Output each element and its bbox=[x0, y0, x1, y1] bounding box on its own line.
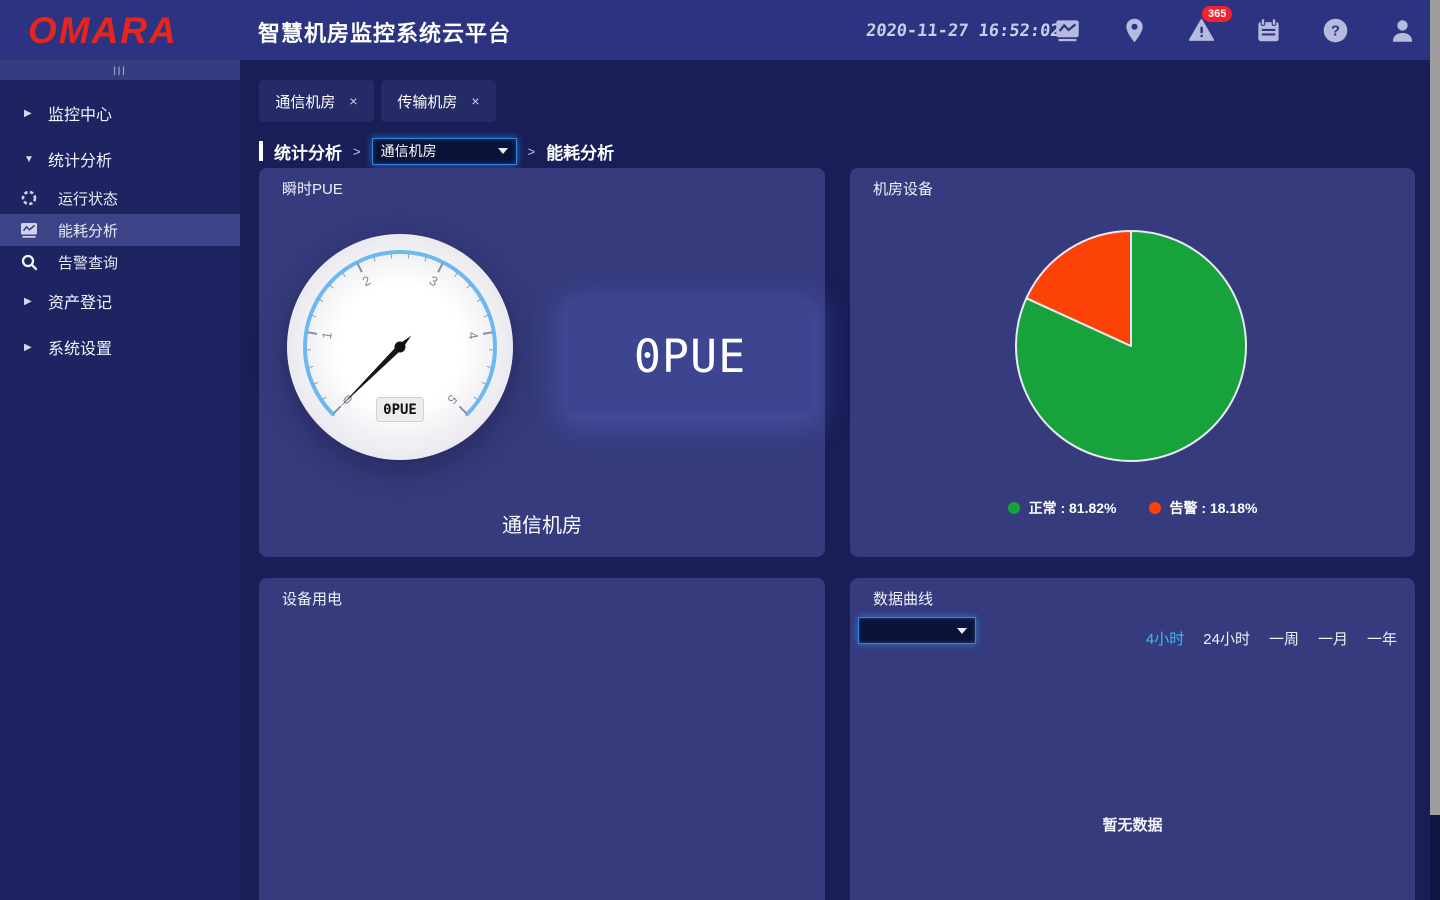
app-header: OMARA 智慧机房监控系统云平台 2020-11-27 16:52:02 36… bbox=[0, 0, 1440, 60]
tab-label: 传输机房 bbox=[397, 91, 457, 112]
legend-label: 正常 : 81.82% bbox=[1029, 498, 1117, 518]
pue-value-card: 0PUE bbox=[568, 300, 812, 413]
panel-title: 机房设备 bbox=[873, 178, 933, 199]
pue-gauge-chart: 012345 bbox=[260, 207, 540, 487]
header-icon-bar: 365 ? bbox=[1054, 0, 1416, 60]
breadcrumb-accent-bar bbox=[259, 141, 263, 161]
alarm-count-badge: 365 bbox=[1202, 6, 1232, 22]
gauge-room-caption: 通信机房 bbox=[259, 509, 825, 538]
sidebar-item-label: 统计分析 bbox=[48, 147, 112, 171]
gauge-value-pill: 0PUE bbox=[376, 397, 424, 422]
room-select[interactable]: 通信机房 bbox=[372, 138, 517, 165]
legend-dot-normal bbox=[1008, 502, 1020, 514]
sidebar-item-statistics[interactable]: ▼ 统计分析 bbox=[0, 136, 240, 182]
main-content: 通信机房 × 传输机房 × 统计分析 > 通信机房 > 能耗分析 瞬时PUE 0… bbox=[240, 60, 1430, 900]
sidebar-menu: ▶ 监控中心 ▼ 统计分析 运行状态 能耗分析 告警查询 ▶ 资产 bbox=[0, 80, 240, 370]
range-24h[interactable]: 24小时 bbox=[1203, 628, 1250, 649]
no-data-text: 暂无数据 bbox=[850, 814, 1415, 835]
legend-label: 告警 : 18.18% bbox=[1170, 498, 1258, 518]
curve-metric-select[interactable] bbox=[858, 617, 976, 644]
help-icon[interactable]: ? bbox=[1322, 17, 1349, 44]
panel-device-power: 设备用电 bbox=[259, 578, 825, 900]
status-ring-icon bbox=[20, 189, 38, 207]
monitor-chart-icon[interactable] bbox=[1054, 17, 1081, 44]
sidebar-collapse-handle[interactable]: ||| bbox=[0, 60, 240, 80]
pie-legend: 正常 : 81.82% 告警 : 18.18% bbox=[850, 498, 1415, 518]
sidebar-item-label: 系统设置 bbox=[48, 335, 112, 359]
user-icon[interactable] bbox=[1389, 17, 1416, 44]
caret-down-icon bbox=[498, 148, 508, 154]
close-icon[interactable]: × bbox=[349, 93, 357, 109]
sidebar-item-label: 资产登记 bbox=[48, 289, 112, 313]
chevron-down-icon: ▼ bbox=[24, 154, 36, 165]
range-4h[interactable]: 4小时 bbox=[1146, 628, 1184, 649]
time-range-filter: 4小时 24小时 一周 一月 一年 bbox=[1146, 628, 1397, 649]
sidebar-item-system-settings[interactable]: ▶ 系统设置 bbox=[0, 324, 240, 370]
search-icon bbox=[20, 253, 38, 271]
alarm-icon[interactable]: 365 bbox=[1188, 17, 1215, 44]
brand-logo: OMARA bbox=[28, 10, 178, 52]
scrollbar-thumb[interactable] bbox=[1430, 0, 1440, 815]
chevron-right-icon: ▶ bbox=[24, 108, 36, 119]
breadcrumb-separator: > bbox=[353, 144, 361, 159]
sidebar-item-energy-analysis[interactable]: 能耗分析 bbox=[0, 214, 240, 246]
range-year[interactable]: 一年 bbox=[1367, 628, 1397, 649]
tab-comm-room[interactable]: 通信机房 × bbox=[259, 80, 374, 122]
sidebar-item-monitor-center[interactable]: ▶ 监控中心 bbox=[0, 90, 240, 136]
panel-title: 设备用电 bbox=[282, 588, 342, 609]
panel-title: 瞬时PUE bbox=[282, 178, 343, 199]
calendar-icon[interactable] bbox=[1255, 17, 1282, 44]
sidebar-item-running-status[interactable]: 运行状态 bbox=[0, 182, 240, 214]
panel-instant-pue: 瞬时PUE 012345 0PUE 0PUE 通信机房 bbox=[259, 168, 825, 557]
vertical-scrollbar[interactable] bbox=[1430, 0, 1440, 900]
tab-transmission-room[interactable]: 传输机房 × bbox=[381, 80, 496, 122]
breadcrumb: 统计分析 > 通信机房 > 能耗分析 bbox=[259, 137, 614, 165]
panel-title: 数据曲线 bbox=[873, 588, 933, 609]
svg-text:?: ? bbox=[1331, 23, 1340, 39]
close-icon[interactable]: × bbox=[471, 93, 479, 109]
sidebar: ||| ▶ 监控中心 ▼ 统计分析 运行状态 能耗分析 告警查询 bbox=[0, 60, 240, 900]
breadcrumb-separator: > bbox=[528, 144, 536, 159]
sidebar-item-label: 能耗分析 bbox=[58, 220, 118, 241]
sidebar-item-label: 运行状态 bbox=[58, 188, 118, 209]
caret-down-icon bbox=[957, 628, 967, 634]
sidebar-item-alarm-query[interactable]: 告警查询 bbox=[0, 246, 240, 278]
chevron-right-icon: ▶ bbox=[24, 342, 36, 353]
legend-item-alarm[interactable]: 告警 : 18.18% bbox=[1149, 498, 1258, 518]
range-month[interactable]: 一月 bbox=[1318, 628, 1348, 649]
datetime-display: 2020-11-27 16:52:02 bbox=[865, 21, 1062, 41]
sidebar-item-label: 告警查询 bbox=[58, 252, 118, 273]
app-title: 智慧机房监控系统云平台 bbox=[258, 16, 511, 48]
breadcrumb-page: 能耗分析 bbox=[546, 139, 614, 164]
tab-label: 通信机房 bbox=[275, 91, 335, 112]
sidebar-item-asset-register[interactable]: ▶ 资产登记 bbox=[0, 278, 240, 324]
breadcrumb-section: 统计分析 bbox=[274, 139, 342, 164]
legend-item-normal[interactable]: 正常 : 81.82% bbox=[1008, 498, 1117, 518]
room-select-value: 通信机房 bbox=[381, 141, 437, 161]
legend-dot-alarm bbox=[1149, 502, 1161, 514]
energy-chart-icon bbox=[20, 221, 38, 239]
range-week[interactable]: 一周 bbox=[1269, 628, 1299, 649]
panel-data-curve: 数据曲线 4小时 24小时 一周 一月 一年 暂无数据 bbox=[850, 578, 1415, 900]
sidebar-item-label: 监控中心 bbox=[48, 101, 112, 125]
panel-room-devices: 机房设备 正常 : 81.82% 告警 : 18.18% bbox=[850, 168, 1415, 557]
device-status-pie-chart bbox=[1001, 216, 1261, 476]
location-icon[interactable] bbox=[1121, 17, 1148, 44]
chevron-right-icon: ▶ bbox=[24, 296, 36, 307]
